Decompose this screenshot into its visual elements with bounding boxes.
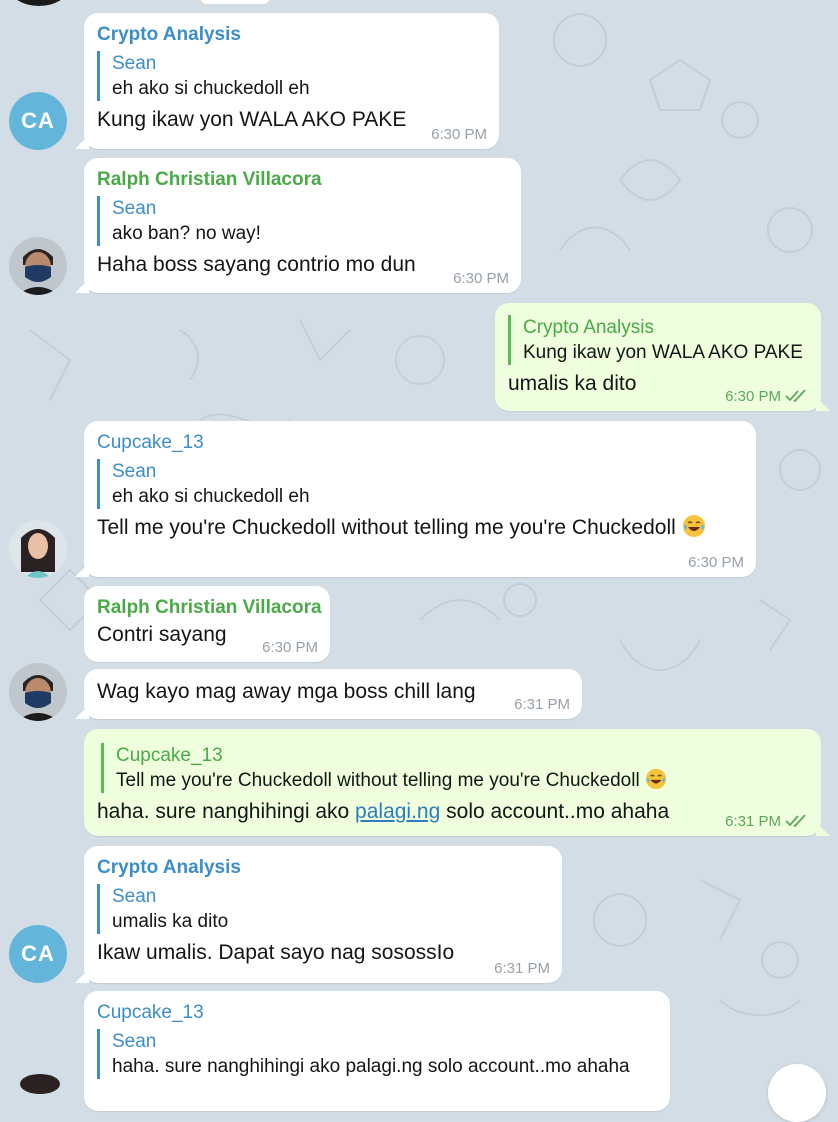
reply-sender: Sean	[112, 1031, 157, 1052]
reply-quote[interactable]: Sean umalis ka dito	[97, 884, 549, 934]
message-bubble[interactable]: Ralph Christian Villacora Contri sayang …	[84, 586, 330, 662]
reply-quote[interactable]: Cupcake_13 Tell me you're Chuckedoll wit…	[101, 743, 808, 793]
reply-quote[interactable]: Sean haha. sure nanghihingi ako palagi.n…	[97, 1029, 657, 1079]
reply-sender: Cupcake_13	[116, 745, 223, 766]
reply-text: eh ako si chuckedoll eh	[112, 78, 310, 99]
reply-quote[interactable]: Sean eh ako si chuckedoll eh	[97, 51, 486, 101]
message-text: Wag kayo mag away mga boss chill lang	[97, 680, 476, 703]
message-text: Kung ikaw yon WALA AKO PAKE	[97, 108, 407, 131]
message-bubble[interactable]: Wag kayo mag away mga boss chill lang 6:…	[75, 669, 582, 719]
reply-sender: Sean	[112, 53, 157, 74]
partial-avatar-bottom	[20, 1074, 60, 1094]
message-text: Haha boss sayang contrio mo dun	[97, 253, 416, 276]
message-text-line: Tell me you're Chuckedoll without tellin…	[97, 513, 743, 543]
user-photo-masked-man-icon[interactable]	[9, 663, 67, 721]
sender-name[interactable]: Ralph Christian Villacora	[97, 168, 508, 192]
reply-quote[interactable]: Sean eh ako si chuckedoll eh	[97, 459, 743, 509]
message-bubble-outgoing[interactable]: Crypto Analysis Kung ikaw yon WALA AKO P…	[495, 303, 830, 411]
message-text: Ikaw umalis. Dapat sayo nag sosossIo	[97, 941, 455, 964]
laughing-tears-emoji-icon	[682, 515, 705, 537]
sender-name[interactable]: Ralph Christian Villacora	[97, 596, 322, 620]
message-text: haha. sure nanghihingi ako	[97, 800, 350, 823]
sender-name[interactable]: Crypto Analysis	[97, 856, 549, 880]
message-bubble[interactable]: Crypto Analysis Sean eh ako si chuckedol…	[75, 13, 499, 149]
message-time: 6:30 PM	[453, 270, 509, 287]
partial-bubble-top	[200, 0, 270, 4]
reply-text: Kung ikaw yon WALA AKO PAKE	[523, 342, 803, 363]
user-photo-masked-man-icon[interactable]	[9, 237, 67, 295]
message-time: 6:31 PM	[725, 813, 781, 830]
avatar[interactable]: CA	[9, 925, 67, 983]
message-text-line: haha. sure nanghihingi ako palagi.ng sol…	[97, 797, 808, 827]
message-time: 6:30 PM	[262, 639, 318, 656]
message-bubble[interactable]: Cupcake_13 Sean haha. sure nanghihingi a…	[84, 991, 670, 1111]
scroll-down-button[interactable]	[768, 1064, 826, 1122]
reply-text: ako ban? no way!	[112, 223, 261, 244]
sender-name[interactable]: Crypto Analysis	[97, 23, 486, 47]
chat-area[interactable]: Crypto Analysis Sean eh ako si chuckedol…	[0, 0, 838, 1122]
reply-sender: Sean	[112, 886, 157, 907]
reply-sender: Sean	[112, 461, 157, 482]
sender-name[interactable]: Cupcake_13	[97, 1001, 657, 1025]
reply-text: umalis ka dito	[112, 911, 229, 932]
reply-text: haha. sure nanghihingi ako palagi.ng sol…	[112, 1056, 630, 1077]
avatar[interactable]: CA	[9, 92, 67, 150]
message-bubble-outgoing[interactable]: Cupcake_13 Tell me you're Chuckedoll wit…	[84, 729, 830, 836]
message-bubble[interactable]: Cupcake_13 Sean eh ako si chuckedoll eh …	[75, 421, 756, 577]
message-text: Tell me you're Chuckedoll without tellin…	[97, 516, 676, 539]
reply-quote[interactable]: Sean ako ban? no way!	[97, 196, 508, 246]
user-photo-woman-icon[interactable]	[9, 520, 67, 578]
double-check-icon	[785, 390, 806, 402]
laughing-tears-emoji-icon	[645, 768, 667, 790]
message-time: 6:31 PM	[494, 960, 550, 977]
message-link[interactable]: palagi.ng	[355, 800, 440, 823]
message-bubble[interactable]: Crypto Analysis Sean umalis ka dito Ikaw…	[75, 846, 562, 983]
reply-text-line: Tell me you're Chuckedoll without tellin…	[116, 768, 808, 793]
sender-name[interactable]: Cupcake_13	[97, 431, 743, 455]
message-time: 6:30 PM	[725, 388, 781, 405]
message-time-status: 6:31 PM	[725, 813, 809, 830]
double-check-icon	[785, 815, 806, 827]
message-time: 6:30 PM	[431, 126, 487, 143]
message-time-status: 6:30 PM	[725, 388, 809, 405]
reply-quote[interactable]: Crypto Analysis Kung ikaw yon WALA AKO P…	[508, 315, 808, 365]
reply-sender: Sean	[112, 198, 157, 219]
reply-text: eh ako si chuckedoll eh	[112, 486, 310, 507]
message-time: 6:30 PM	[688, 554, 744, 571]
message-time: 6:31 PM	[514, 696, 570, 713]
message-text: solo account..mo ahaha	[446, 800, 670, 823]
reply-text: Tell me you're Chuckedoll without tellin…	[116, 770, 640, 791]
reply-sender: Crypto Analysis	[523, 317, 654, 338]
message-bubble[interactable]: Ralph Christian Villacora Sean ako ban? …	[75, 158, 521, 293]
